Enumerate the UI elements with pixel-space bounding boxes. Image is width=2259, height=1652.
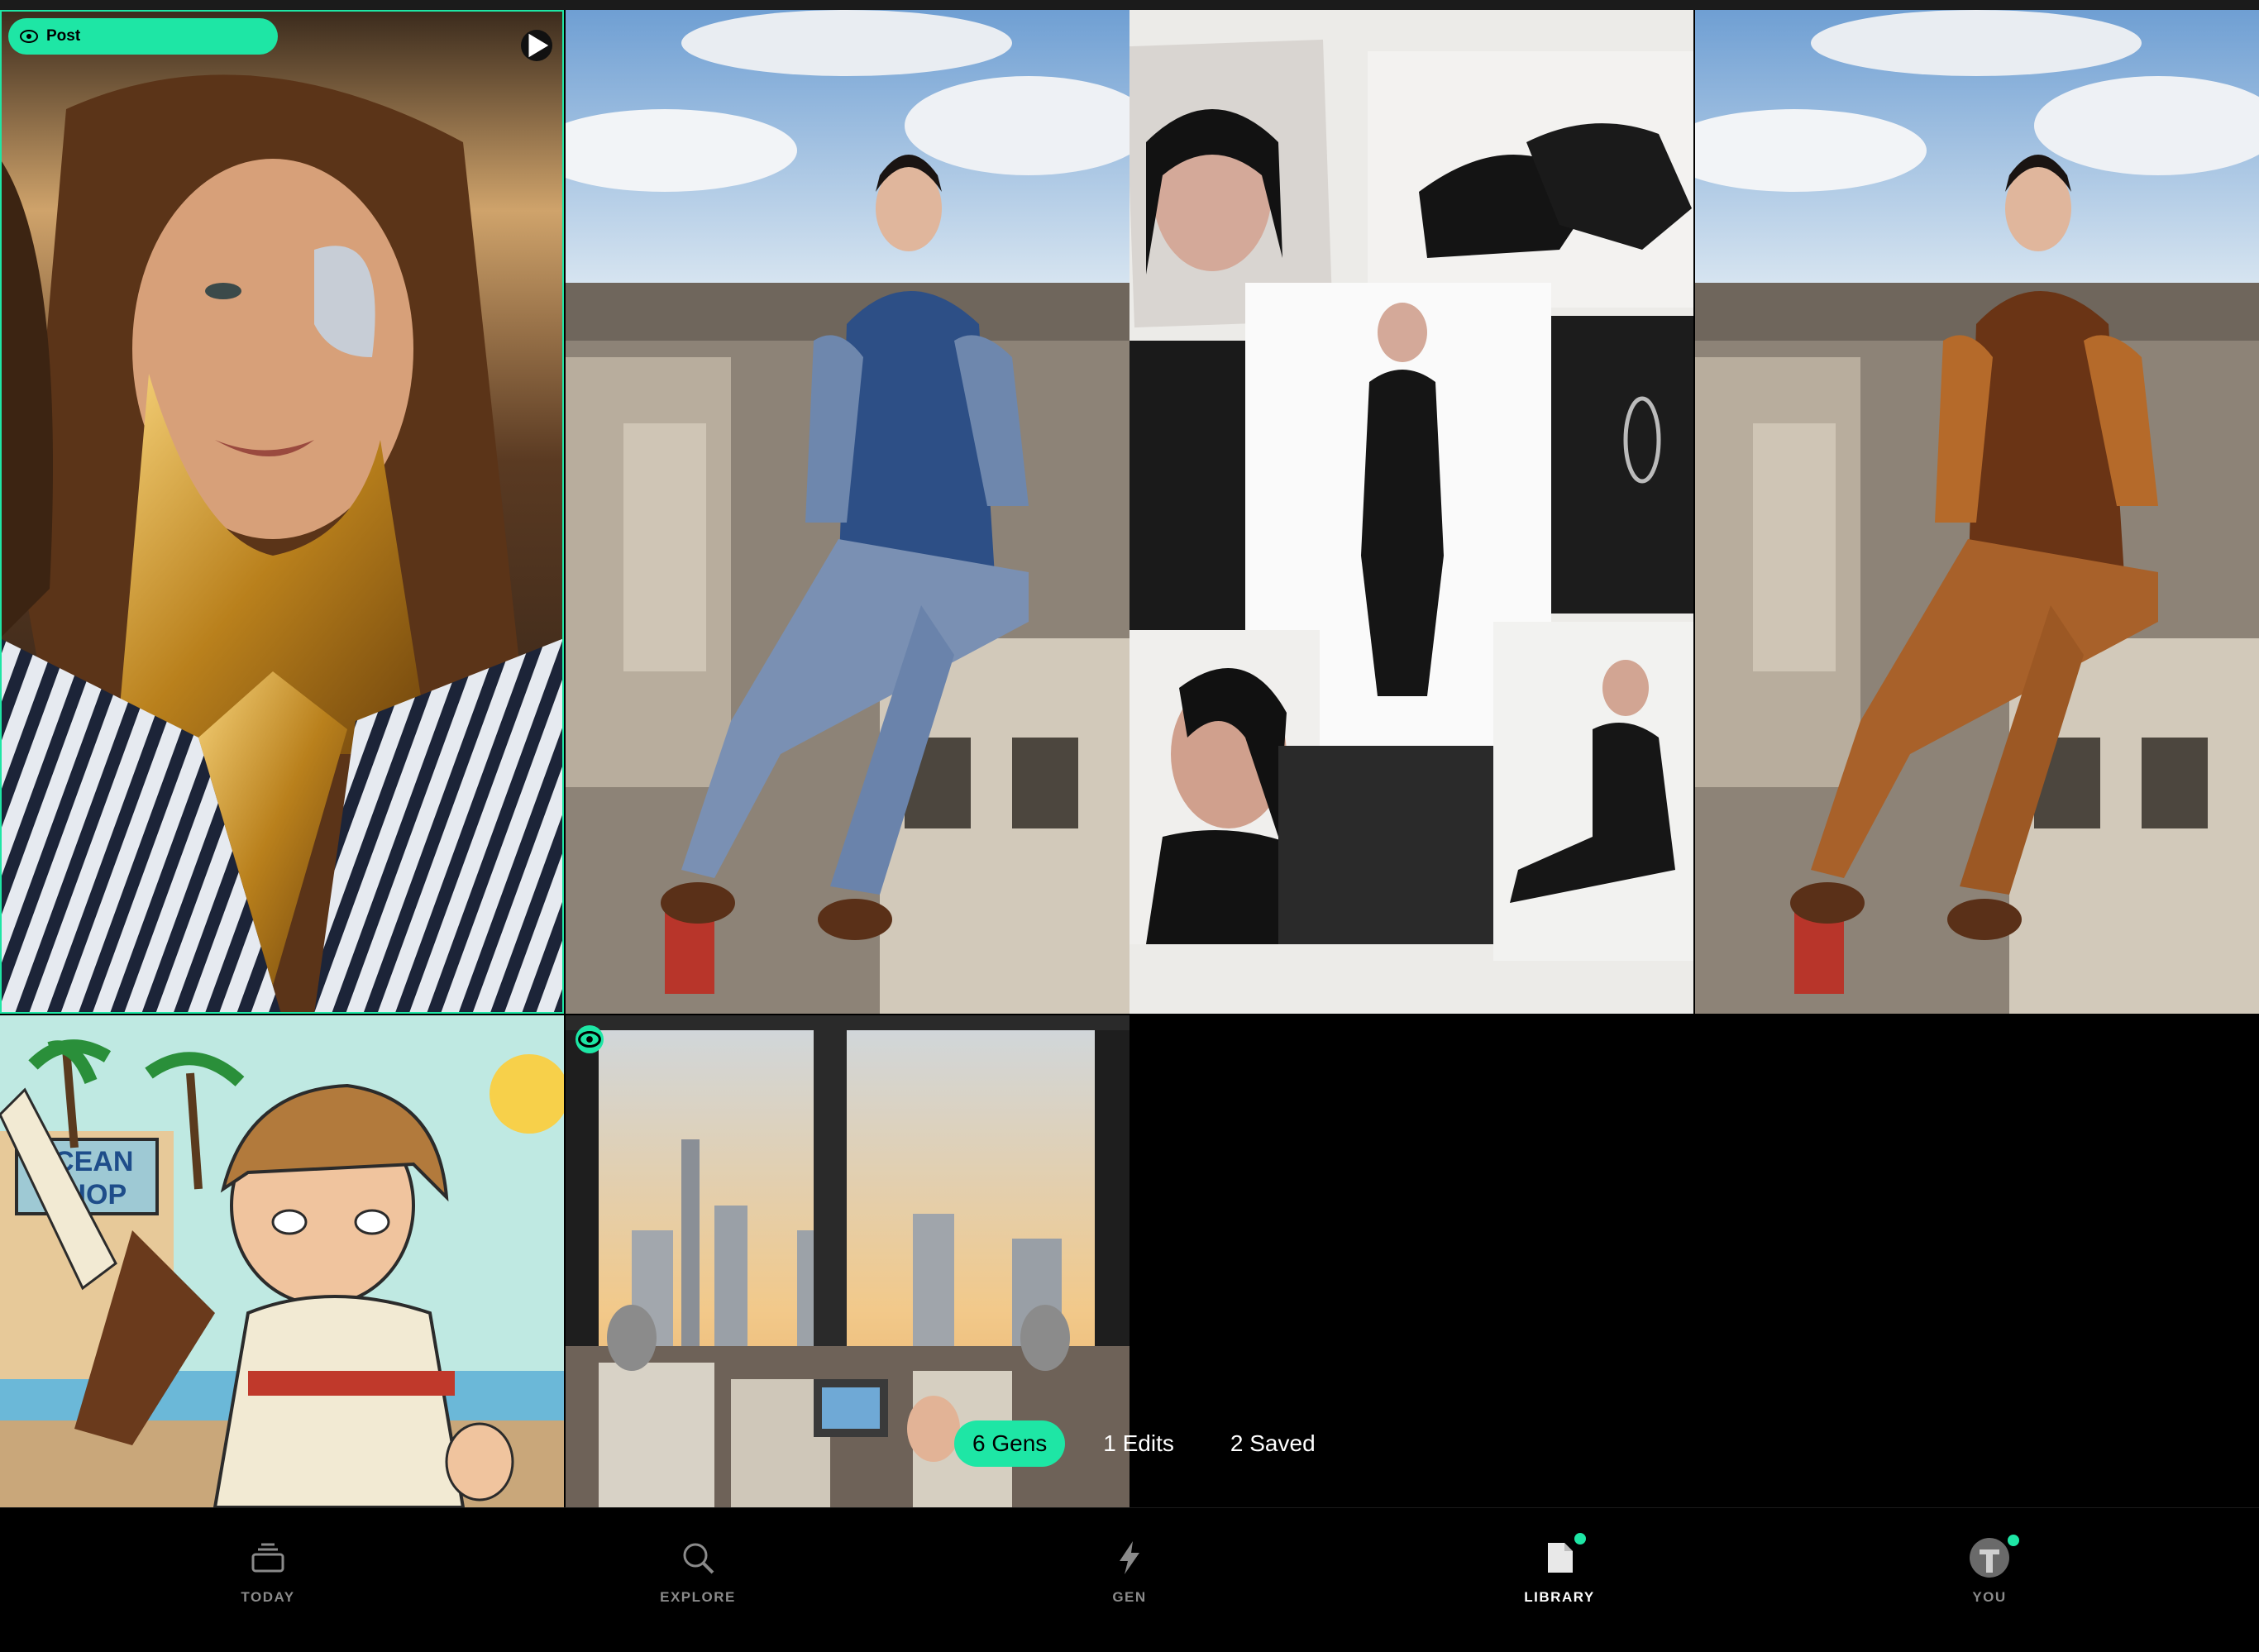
blue-paisley-image [566,10,1130,1014]
play-button[interactable] [521,30,552,61]
gen-tile-gold-portrait[interactable]: Post [0,10,564,1014]
post-label: Post [46,27,81,45]
play-icon [528,33,549,58]
tab-library[interactable]: LIBRARY [1427,1508,1692,1652]
comic-skater-image: OCEAN SHOP [0,1015,564,1507]
tab-today-label: TODAY [241,1589,295,1605]
bottom-tab-bar: TODAY EXPLORE GEN LIBRARY YOU [0,1507,2259,1652]
brown-paisley-image [1695,10,2259,1014]
tab-explore[interactable]: EXPLORE [566,1508,830,1652]
tab-gen-label: GEN [1112,1589,1147,1605]
filter-gens[interactable]: 6 Gens [954,1420,1066,1467]
library-filter-bar: 6 Gens 1 Edits 2 Saved [954,1419,1334,1468]
eye-icon [20,30,38,43]
you-notification-dot [2006,1533,2021,1548]
eye-icon [578,1030,601,1048]
tab-library-label: LIBRARY [1524,1589,1595,1605]
tab-you-label: YOU [1972,1589,2007,1605]
gen-tile-black-outfit-collage[interactable] [1130,10,1693,1014]
gen-tile-blue-paisley-rooftop[interactable] [566,10,1130,1014]
collage-image [1130,10,1693,1014]
search-icon [683,1543,714,1574]
tab-gen[interactable]: GEN [997,1508,1262,1652]
gen-tile-brown-paisley-rooftop[interactable] [1695,10,2259,1014]
filter-saved[interactable]: 2 Saved [1212,1420,1334,1467]
stack-icon [251,1543,284,1573]
tab-you[interactable]: YOU [1857,1508,2122,1652]
post-button[interactable]: Post [8,18,278,55]
gold-portrait-image [0,10,564,1014]
status-bar [0,0,2259,10]
bolt-icon [1120,1541,1139,1574]
gen-tile-comic-skater[interactable]: OCEAN SHOP [0,1015,564,1507]
visibility-badge [575,1025,604,1053]
library-grid: Post OCEAN SHOP [0,10,2259,1507]
filter-edits[interactable]: 1 Edits [1085,1420,1192,1467]
tab-explore-label: EXPLORE [660,1589,736,1605]
avatar [1970,1538,2009,1578]
library-icon [1548,1543,1573,1573]
library-notification-dot [1573,1531,1588,1546]
tab-today[interactable]: TODAY [136,1508,400,1652]
